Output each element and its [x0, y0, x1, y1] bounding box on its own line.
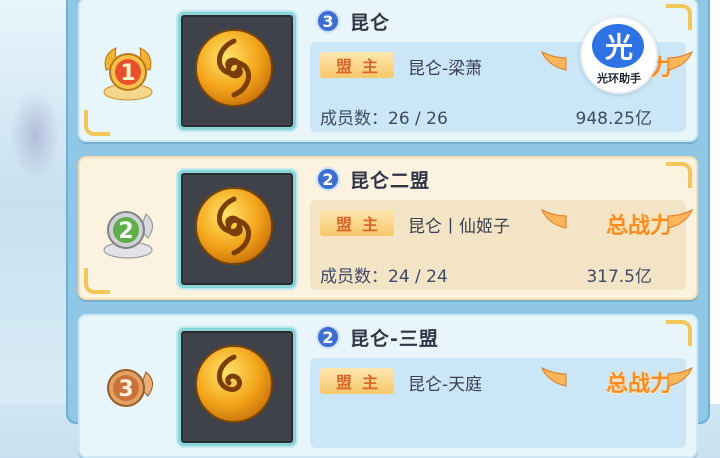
rank-number: 1: [120, 61, 135, 86]
total-power-label: 总战力: [605, 214, 672, 239]
card-corner-ornament: [84, 268, 110, 294]
guild-level-badge: 2: [316, 167, 340, 191]
card-corner-ornament: [666, 4, 692, 30]
wing-left-icon: [541, 50, 567, 71]
leader-name: 昆仑丨仙姬子: [408, 217, 510, 237]
card-corner-ornament: [84, 110, 110, 136]
rank-1-medal-icon: 1: [96, 40, 160, 104]
leader-name: 昆仑-梁萧: [408, 59, 483, 79]
rank-number: 3: [118, 377, 133, 402]
total-power-label: 总战力: [605, 372, 672, 397]
guild-emblem-icon: [195, 345, 273, 423]
card-corner-ornament: [666, 320, 692, 346]
guild-title: 3 昆仑: [316, 6, 390, 36]
guild-emblem: [178, 328, 296, 446]
guild-emblem: [178, 170, 296, 288]
wing-right-icon: [667, 50, 693, 71]
wing-left-icon: [541, 208, 567, 229]
guild-level-badge: 2: [316, 325, 340, 349]
rank-number: 2: [118, 219, 133, 244]
leader-tag: 盟主: [320, 210, 394, 236]
member-count: 成员数：26 / 26: [320, 109, 448, 129]
rank-3-medal-icon: 3: [96, 356, 160, 420]
background-mist: [10, 90, 60, 180]
guild-title: 2 昆仑二盟: [316, 164, 430, 194]
watermark-text: 光环助手: [597, 72, 641, 85]
total-power-value: 317.5亿: [586, 267, 652, 287]
wing-left-icon: [541, 366, 567, 387]
guanghuan-watermark-logo: 光 光环助手: [580, 16, 658, 94]
watermark-glyph: 光: [604, 31, 633, 64]
wing-right-icon: [667, 208, 693, 229]
wing-right-icon: [667, 366, 693, 387]
member-count: 成员数：24 / 24: [320, 267, 448, 287]
guild-emblem-icon: [195, 187, 273, 265]
guild-info-box: 盟主 昆仑丨仙姬子 总战力 成员数：24 / 24 317.5亿: [310, 200, 693, 290]
guild-name: 昆仑-三盟: [350, 327, 439, 350]
guild-name: 昆仑二盟: [350, 169, 431, 192]
rank-2-medal-icon: 2: [96, 198, 160, 262]
leader-name: 昆仑-天庭: [408, 375, 483, 395]
total-power-value: 948.25亿: [575, 109, 652, 129]
leader-tag: 盟主: [320, 52, 394, 78]
guild-title: 2 昆仑-三盟: [316, 322, 439, 352]
card-corner-ornament: [666, 162, 692, 188]
guild-card-3[interactable]: 3 2 昆仑-三盟 盟主 昆仑-天庭 总战力: [78, 314, 698, 458]
guild-emblem: [178, 12, 296, 130]
leader-tag: 盟主: [320, 368, 394, 394]
background-scene: [0, 0, 76, 404]
guild-info-box: 盟主 昆仑-天庭 总战力: [310, 358, 693, 448]
guild-card-2[interactable]: 2 2 昆仑二盟 盟主 昆仑丨仙姬子 总战力 成员数：24 / 24 317.5…: [78, 156, 698, 300]
guild-emblem-icon: [195, 29, 273, 107]
guild-level-badge: 3: [316, 9, 340, 33]
guild-name: 昆仑: [350, 11, 391, 34]
